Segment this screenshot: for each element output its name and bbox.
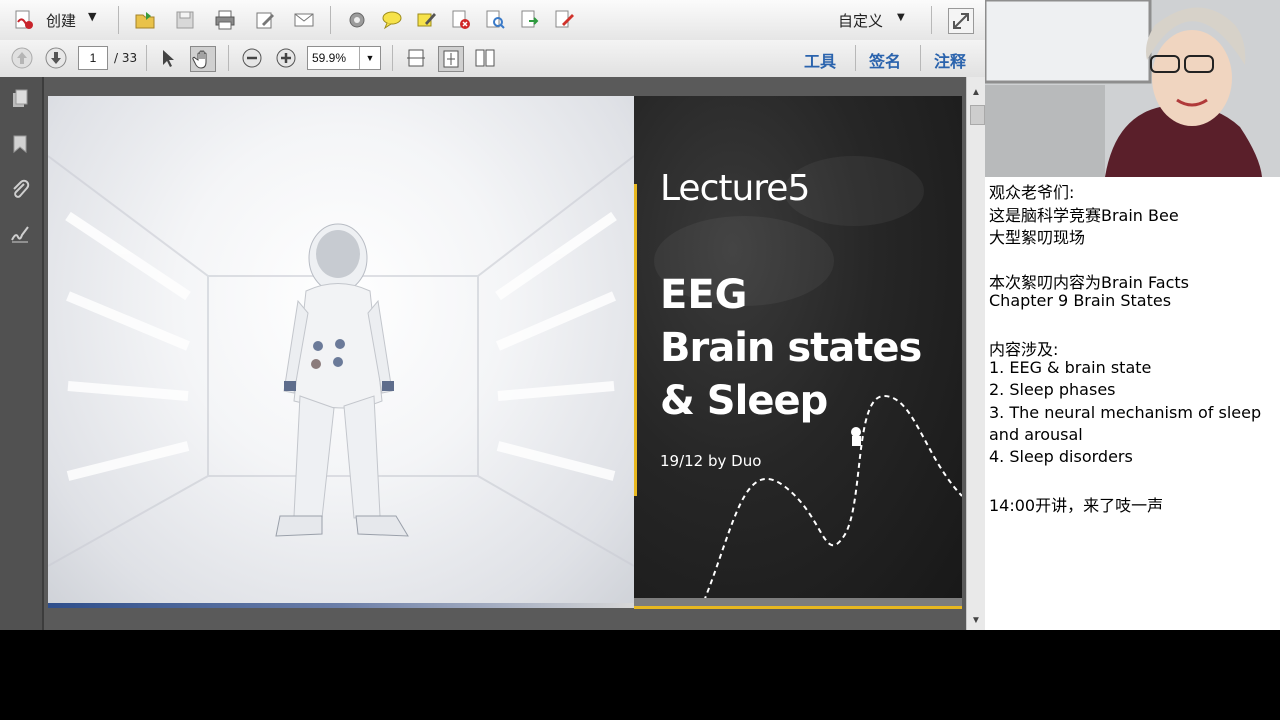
slide-bottom-bar-left [48,603,634,608]
email-icon[interactable] [292,8,316,32]
toolbar-separator [392,45,393,71]
scroll-up-icon[interactable]: ▲ [971,87,981,98]
signatures-icon[interactable] [8,222,32,246]
zoom-value: 59.9% [312,51,347,65]
description-line: 1. EEG & brain state [989,358,1152,377]
small-astronaut-icon [851,427,861,446]
navigation-sidebar [0,77,44,630]
description-line: 这是脑科学竞赛Brain Bee [989,206,1179,225]
print-icon[interactable] [213,8,237,32]
create-menu-label[interactable]: 创建 [46,10,76,31]
page-number-input[interactable]: 1 [78,46,108,70]
customize-menu-label[interactable]: 自定义 [838,10,883,31]
description-line: 大型絮叨现场 [989,228,1086,247]
fill-sign-icon[interactable] [552,8,576,32]
save-icon[interactable] [173,8,197,32]
toolbar-separator [920,45,921,71]
page-thumbnails-icon[interactable] [8,87,32,111]
customize-dropdown-icon[interactable]: ▼ [897,12,905,23]
slide-title-panel: Lecture5 EEG Brain states & Sleep 19/12 … [634,96,962,608]
slide-bottom-accent [634,606,962,609]
open-folder-icon[interactable] [133,8,157,32]
zoom-select[interactable]: 59.9% ▼ [307,46,381,70]
scroll-down-icon[interactable]: ▼ [971,615,981,626]
create-dropdown-icon[interactable]: ▼ [88,10,96,23]
next-page-icon[interactable] [44,46,68,70]
fit-width-icon[interactable] [404,46,428,70]
two-page-view-icon[interactable] [473,46,497,70]
description-line: 观众老爷们: [989,183,1075,202]
astronaut-corridor-illustration [48,155,634,567]
tools-panel-link[interactable]: 工具 [804,48,836,72]
toolbar-separator [118,6,119,34]
hand-tool-icon[interactable] [190,46,216,72]
search-document-icon[interactable] [483,8,507,32]
zoom-dropdown-icon[interactable]: ▼ [359,47,380,69]
settings-gear-icon[interactable] [345,8,369,32]
description-line: 2. Sleep phases [989,380,1116,399]
fullscreen-icon[interactable] [948,8,974,34]
description-line: 内容涉及: [989,340,1059,359]
comment-bubble-icon[interactable] [380,8,404,32]
main-toolbar: 创建 ▼ 自定义 ▼ [0,0,985,41]
bookmarks-icon[interactable] [8,132,32,156]
presenter-video [985,0,1280,177]
comment-panel-link[interactable]: 注释 [934,48,966,72]
description-line: 3. The neural mechanism of sleep [989,403,1262,422]
description-line: Chapter 9 Brain States [989,291,1172,310]
toolbar-separator [855,45,856,71]
navigation-toolbar: 1 / 33 59.9% ▼ 工具 签名 注释 [0,40,985,78]
toolbar-separator [146,45,147,71]
description-line: 本次絮叨内容为Brain Facts [989,273,1189,292]
sign-panel-link[interactable]: 签名 [869,48,901,72]
dashed-trajectory-line [703,394,962,602]
stream-description-panel: 观众老爷们: 这是脑科学竞赛Brain Bee 大型絮叨现场 本次絮叨内容为Br… [985,177,1280,630]
description-line: 4. Sleep disorders [989,447,1133,466]
acrobat-window: 创建 ▼ 自定义 ▼ 1 / 33 59.9% ▼ 工具 签名 注释 Lectu… [0,0,986,630]
slide-image-astronaut [48,96,634,608]
attachments-icon[interactable] [8,177,32,201]
page-total-label: / 33 [114,51,138,65]
edit-document-icon[interactable] [253,8,277,32]
delete-pdf-icon[interactable] [449,8,473,32]
select-cursor-icon[interactable] [157,46,181,70]
description-line: and arousal [989,425,1083,444]
webcam-feed [985,0,1280,177]
export-pdf-icon[interactable] [518,8,542,32]
create-pdf-icon[interactable] [12,8,36,32]
description-line: 14:00开讲，来了吱一声 [989,496,1164,515]
toolbar-separator [228,45,229,71]
zoom-in-icon[interactable] [274,46,298,70]
toolbar-separator [330,6,331,34]
vertical-scrollbar[interactable]: ▲ ▼ [966,77,986,630]
previous-page-icon[interactable] [10,46,34,70]
scrollbar-thumb[interactable] [970,105,985,125]
highlight-note-icon[interactable] [414,8,438,32]
zoom-out-icon[interactable] [240,46,264,70]
toolbar-separator [931,6,932,34]
fit-page-icon[interactable] [438,46,464,72]
